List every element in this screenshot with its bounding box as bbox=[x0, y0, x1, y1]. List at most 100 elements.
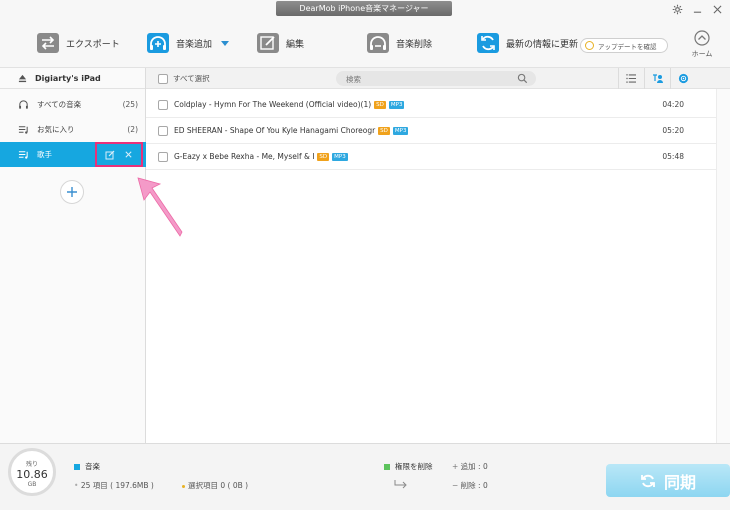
song-duration: 05:48 bbox=[662, 152, 684, 161]
music-info-text: 25 項目 ( 197.6MB ) bbox=[80, 481, 154, 490]
return-arrow-icon bbox=[394, 480, 407, 489]
add-playlist-button[interactable] bbox=[60, 180, 84, 204]
artist-icon bbox=[652, 74, 663, 83]
song-title: Coldplay - Hymn For The Weekend (Officia… bbox=[174, 100, 372, 109]
search-input[interactable]: 検索 bbox=[336, 71, 536, 86]
home-label: ホーム bbox=[691, 50, 713, 58]
storage-value: 10.86 bbox=[16, 468, 48, 481]
song-checkbox[interactable] bbox=[158, 100, 168, 110]
headphones-add-icon bbox=[147, 33, 169, 53]
list-icon bbox=[626, 74, 636, 83]
edit-label: 編集 bbox=[286, 39, 305, 50]
home-button[interactable]: ホーム bbox=[690, 30, 714, 59]
quality-badge: SD bbox=[378, 126, 390, 135]
removed-count-text: 削除 : 0 bbox=[460, 481, 488, 490]
added-count-text: 追加 : 0 bbox=[460, 462, 488, 471]
added-count: + 追加 : 0 bbox=[452, 462, 488, 471]
format-badge: MP3 bbox=[392, 126, 409, 135]
eject-icon[interactable] bbox=[18, 74, 27, 83]
song-row[interactable]: G-Eazy x Bebe Rexha - Me, Myself & I SD … bbox=[146, 144, 716, 170]
sidebar-item-count: (2) bbox=[127, 125, 138, 134]
update-icon bbox=[585, 41, 594, 50]
refresh-label: 最新の情報に更新 bbox=[506, 39, 579, 50]
refresh-icon bbox=[477, 33, 499, 53]
search-placeholder: 検索 bbox=[346, 75, 361, 84]
chevron-down-icon[interactable] bbox=[221, 40, 230, 46]
close-icon[interactable] bbox=[710, 2, 724, 16]
home-icon bbox=[694, 30, 710, 46]
storage-gauge: 残り 10.86 GB bbox=[8, 448, 56, 496]
quality-badge: SD bbox=[317, 152, 330, 161]
sidebar-item-label: すべての音楽 bbox=[37, 100, 82, 109]
sidebar-item-label: お気に入り bbox=[37, 125, 75, 134]
rename-icon[interactable] bbox=[105, 150, 115, 160]
delete-music-label: 音楽削除 bbox=[396, 39, 433, 50]
annotation-arrow bbox=[137, 177, 183, 237]
add-music-label: 音楽追加 bbox=[176, 39, 213, 50]
delete-music-button[interactable]: 音楽削除 bbox=[366, 32, 432, 54]
search-icon[interactable] bbox=[517, 73, 528, 84]
select-all[interactable]: すべて選択 bbox=[158, 73, 210, 84]
sync-icon bbox=[641, 474, 655, 487]
select-all-label: すべて選択 bbox=[173, 74, 210, 83]
song-title: G-Eazy x Bebe Rexha - Me, Myself & I bbox=[174, 152, 315, 161]
scrollbar[interactable] bbox=[716, 89, 730, 443]
selected-info: 選択項目 0 ( 0B ) bbox=[182, 480, 248, 491]
select-all-checkbox[interactable] bbox=[158, 73, 168, 84]
sidebar-item-favorites[interactable]: お気に入り (2) bbox=[0, 117, 146, 142]
list-view-button[interactable] bbox=[618, 68, 644, 89]
sidebar-item-singer[interactable]: 歌手 bbox=[0, 142, 146, 167]
device-name: Digiarty's iPad bbox=[35, 73, 101, 83]
removed-count: − 削除 : 0 bbox=[452, 481, 488, 490]
list-header: すべて選択 検索 bbox=[146, 68, 730, 89]
toolbar: エクスポート 音楽追加 編集 音楽削除 最新の情報に更新 アップデートを確認 ホ… bbox=[0, 18, 730, 68]
sync-label: 同期 bbox=[663, 472, 696, 492]
title-bar: DearMob iPhone音楽マネージャー bbox=[0, 0, 730, 18]
permission-legend-swatch bbox=[384, 463, 390, 470]
playlist-edit-controls bbox=[95, 142, 143, 167]
playlist-icon bbox=[18, 126, 28, 134]
album-icon bbox=[678, 73, 689, 84]
delete-icon[interactable] bbox=[124, 150, 133, 159]
export-label: エクスポート bbox=[66, 39, 120, 50]
song-checkbox[interactable] bbox=[158, 152, 168, 162]
refresh-button[interactable]: 最新の情報に更新 bbox=[476, 32, 578, 54]
quality-badge: SD bbox=[374, 100, 386, 109]
headphones-icon bbox=[19, 100, 28, 109]
music-legend-label: 音楽 bbox=[85, 462, 100, 471]
settings-icon[interactable] bbox=[670, 2, 684, 16]
edit-button[interactable]: 編集 bbox=[256, 32, 304, 54]
song-checkbox[interactable] bbox=[158, 126, 168, 136]
music-info: • 25 項目 ( 197.6MB ) bbox=[74, 481, 154, 490]
storage-unit: GB bbox=[27, 481, 37, 488]
song-row[interactable]: Coldplay - Hymn For The Weekend (Officia… bbox=[146, 92, 716, 118]
song-row[interactable]: ED SHEERAN - Shape Of You Kyle Hanagami … bbox=[146, 118, 716, 144]
song-title: ED SHEERAN - Shape Of You Kyle Hanagami … bbox=[174, 126, 376, 135]
device-header[interactable]: Digiarty's iPad bbox=[0, 68, 145, 89]
format-badge: MP3 bbox=[388, 100, 405, 109]
permission-legend-label: 権限を削除 bbox=[395, 462, 433, 471]
sidebar: Digiarty's iPad すべての音楽 (25) お気に入り (2) 歌手 bbox=[0, 68, 146, 443]
sidebar-item-all-music[interactable]: すべての音楽 (25) bbox=[0, 92, 146, 117]
album-view-button[interactable] bbox=[670, 68, 696, 89]
headphones-remove-icon bbox=[367, 33, 389, 53]
sidebar-item-label: 歌手 bbox=[37, 150, 52, 159]
check-update-label: アップデートを確認 bbox=[598, 42, 657, 51]
permission-legend: 権限を削除 bbox=[384, 461, 433, 472]
export-icon bbox=[37, 33, 59, 53]
music-legend-swatch bbox=[74, 463, 80, 470]
selected-info-text: 選択項目 0 ( 0B ) bbox=[188, 481, 249, 490]
storage-label: 残り bbox=[25, 461, 38, 468]
song-duration: 05:20 bbox=[662, 126, 684, 135]
sync-button[interactable]: 同期 bbox=[606, 464, 730, 497]
window-title: DearMob iPhone音楽マネージャー bbox=[276, 1, 452, 16]
artist-view-button[interactable] bbox=[644, 68, 670, 89]
music-legend: 音楽 bbox=[74, 461, 100, 472]
check-update-button[interactable]: アップデートを確認 bbox=[580, 38, 668, 53]
add-music-button[interactable]: 音楽追加 bbox=[146, 32, 230, 54]
minimize-icon[interactable] bbox=[690, 2, 704, 16]
export-button[interactable]: エクスポート bbox=[36, 32, 120, 54]
status-bar: 残り 10.86 GB 音楽 • 25 項目 ( 197.6MB ) 選択項目 … bbox=[0, 443, 730, 510]
plus-icon bbox=[67, 187, 77, 197]
edit-icon bbox=[257, 33, 279, 53]
